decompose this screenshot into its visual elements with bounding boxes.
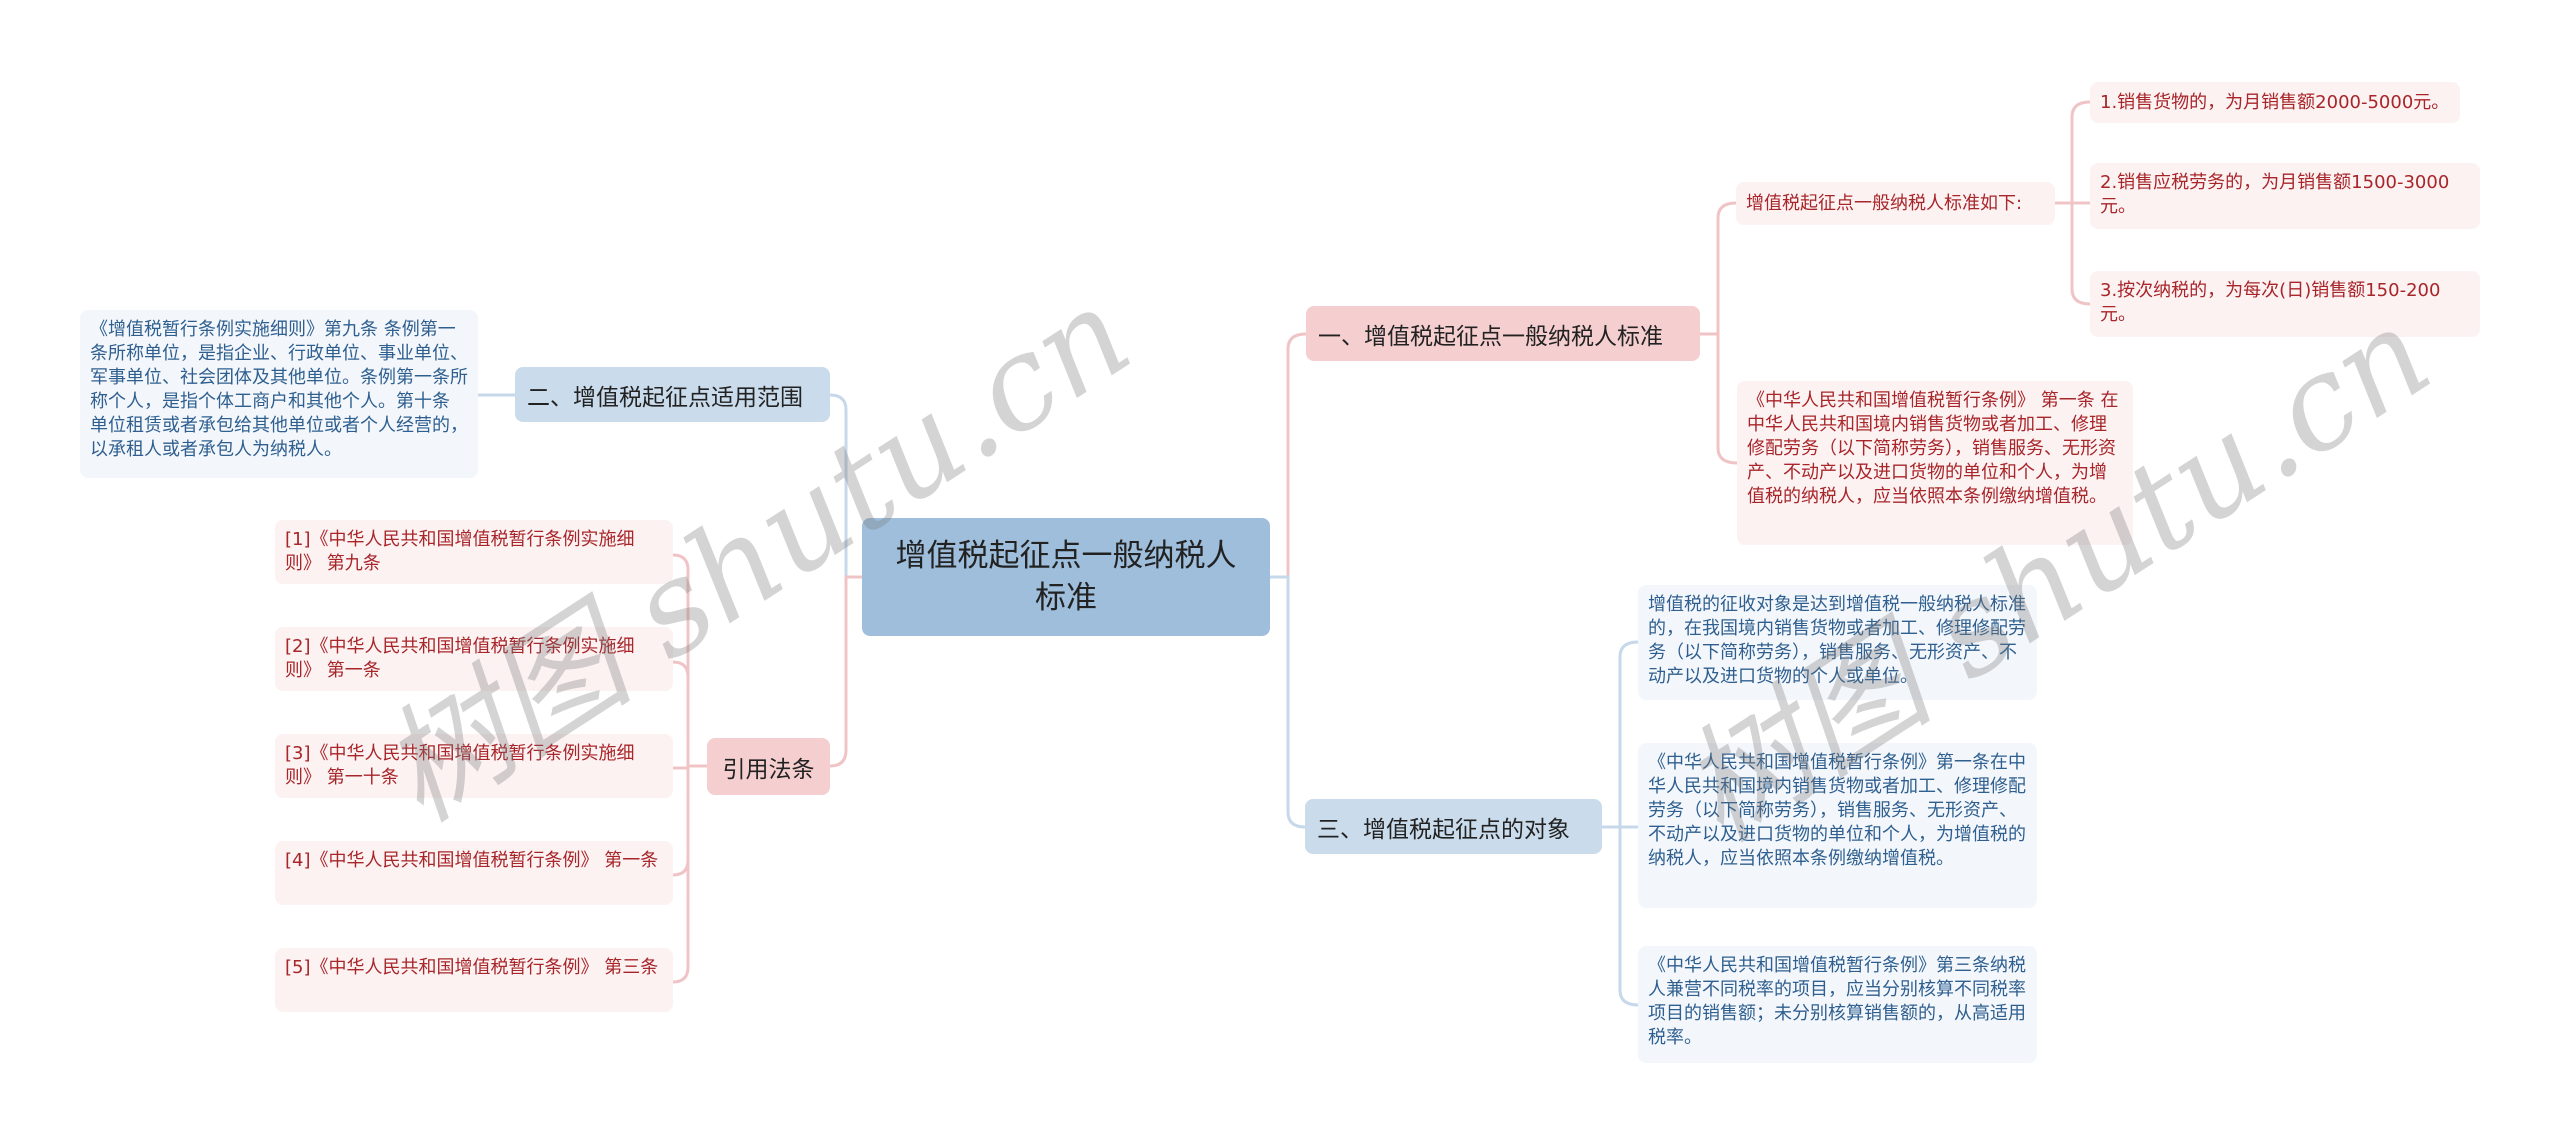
link-intro-1 bbox=[2070, 100, 2091, 203]
citation-item[interactable]: [5]《中华人民共和国增值税暂行条例》 第三条 bbox=[275, 948, 673, 1012]
link-root-citations bbox=[829, 575, 862, 768]
link-cit-4 bbox=[672, 766, 690, 877]
citation-item[interactable]: [2]《中华人民共和国增值税暂行条例实施细则》 第一条 bbox=[275, 627, 673, 691]
branch-standard[interactable]: 一、增值税起征点一般纳税人标准 bbox=[1306, 306, 1700, 361]
citation-text: [4]《中华人民共和国增值税暂行条例》 第一条 bbox=[285, 850, 659, 871]
root-title: 增值税起征点一般纳税人标准 bbox=[895, 538, 1237, 616]
standard-item-text: 2.销售应税劳务的，为月销售额1500-3000元。 bbox=[2100, 172, 2450, 217]
standard-item[interactable]: 3.按次纳税的，为每次(日)销售额150-200元。 bbox=[2090, 271, 2480, 337]
citation-item[interactable]: [3]《中华人民共和国增值税暂行条例实施细则》 第一十条 bbox=[275, 734, 673, 798]
branch-object-label: 三、增值税起征点的对象 bbox=[1317, 816, 1570, 843]
standard-quote[interactable]: 《中华人民共和国增值税暂行条例》 第一条 在中华人民共和国境内销售货物或者加工、… bbox=[1737, 381, 2133, 545]
standard-item-text: 3.按次纳税的，为每次(日)销售额150-200元。 bbox=[2100, 280, 2441, 325]
citation-text: [2]《中华人民共和国增值税暂行条例实施细则》 第一条 bbox=[285, 636, 635, 681]
branch-citations-label: 引用法条 bbox=[722, 756, 815, 783]
standard-item[interactable]: 2.销售应税劳务的，为月销售额1500-3000元。 bbox=[2090, 163, 2480, 229]
object-item-text: 增值税的征收对象是达到增值税一般纳税人标准的，在我国境内销售货物或者加工、修理修… bbox=[1648, 594, 2026, 687]
standard-item-text: 1.销售货物的，为月销售额2000-5000元。 bbox=[2100, 91, 2450, 113]
citation-text: [5]《中华人民共和国增值税暂行条例》 第三条 bbox=[285, 957, 659, 978]
branch-scope-label: 二、增值税起征点适用范围 bbox=[527, 384, 803, 411]
object-item[interactable]: 增值税的征收对象是达到增值税一般纳税人标准的，在我国境内销售货物或者加工、修理修… bbox=[1638, 585, 2037, 700]
branch-standard-label: 一、增值税起征点一般纳税人标准 bbox=[1318, 323, 1663, 350]
link-intro-3 bbox=[2070, 203, 2091, 306]
scope-detail-text: 《增值税暂行条例实施细则》第九条 条例第一条所称单位，是指企业、行政单位、事业单… bbox=[90, 319, 468, 460]
branch-scope[interactable]: 二、增值税起征点适用范围 bbox=[515, 367, 830, 422]
link-cit-1 bbox=[672, 553, 690, 766]
link-object-3 bbox=[1618, 827, 1639, 1007]
branch-object[interactable]: 三、增值税起征点的对象 bbox=[1305, 799, 1602, 854]
object-item-text: 《中华人民共和国增值税暂行条例》第一条在中华人民共和国境内销售货物或者加工、修理… bbox=[1648, 752, 2026, 869]
link-root-object bbox=[1270, 575, 1306, 829]
citation-text: [1]《中华人民共和国增值税暂行条例实施细则》 第九条 bbox=[285, 529, 635, 574]
citation-text: [3]《中华人民共和国增值税暂行条例实施细则》 第一十条 bbox=[285, 743, 635, 788]
citation-item[interactable]: [1]《中华人民共和国增值税暂行条例实施细则》 第九条 bbox=[275, 520, 673, 584]
standard-intro-text: 增值税起征点一般纳税人标准如下: bbox=[1746, 192, 2023, 214]
object-item[interactable]: 《中华人民共和国增值税暂行条例》第三条纳税人兼营不同税率的项目，应当分别核算不同… bbox=[1638, 946, 2037, 1063]
standard-intro[interactable]: 增值税起征点一般纳税人标准如下: bbox=[1736, 182, 2055, 225]
object-item-text: 《中华人民共和国增值税暂行条例》第三条纳税人兼营不同税率的项目，应当分别核算不同… bbox=[1648, 955, 2026, 1048]
link-root-scope bbox=[829, 393, 862, 579]
citation-item[interactable]: [4]《中华人民共和国增值税暂行条例》 第一条 bbox=[275, 841, 673, 905]
link-standard-intro bbox=[1716, 201, 1737, 334]
scope-detail[interactable]: 《增值税暂行条例实施细则》第九条 条例第一条所称单位，是指企业、行政单位、事业单… bbox=[80, 310, 478, 478]
link-object-1 bbox=[1618, 640, 1639, 827]
object-item[interactable]: 《中华人民共和国增值税暂行条例》第一条在中华人民共和国境内销售货物或者加工、修理… bbox=[1638, 743, 2037, 908]
root-node[interactable]: 增值税起征点一般纳税人标准 bbox=[862, 518, 1270, 636]
branch-citations[interactable]: 引用法条 bbox=[707, 738, 830, 795]
standard-item[interactable]: 1.销售货物的，为月销售额2000-5000元。 bbox=[2090, 82, 2460, 123]
link-root-standard bbox=[1270, 332, 1307, 579]
link-standard-quote bbox=[1716, 334, 1738, 465]
standard-quote-text: 《中华人民共和国增值税暂行条例》 第一条 在中华人民共和国境内销售货物或者加工、… bbox=[1747, 390, 2119, 507]
link-cit-2 bbox=[672, 660, 690, 766]
